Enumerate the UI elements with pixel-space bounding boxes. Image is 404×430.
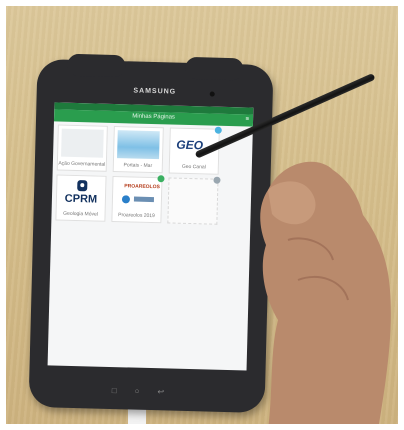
tile-label: Portais - Mar bbox=[123, 162, 153, 170]
tile-label: Ação Governamental bbox=[58, 160, 106, 168]
tile-geologia-movel[interactable]: CPRM Geologia Móvel bbox=[55, 174, 107, 222]
tile-label: Geologia Móvel bbox=[63, 210, 98, 218]
notification-badge bbox=[157, 175, 165, 183]
photo: SAMSUNG Minhas Páginas ≡ Ação Governamen… bbox=[0, 0, 404, 430]
placeholder-image-icon bbox=[61, 128, 104, 158]
device-brand: SAMSUNG bbox=[133, 87, 177, 96]
tablet-corner-bump bbox=[185, 56, 244, 81]
proareolos-logo-text: PROAREOLOS bbox=[124, 183, 160, 191]
front-camera bbox=[209, 91, 215, 97]
app-title: Minhas Páginas bbox=[132, 113, 176, 121]
notification-badge bbox=[213, 176, 221, 184]
tile-acao-governamental[interactable]: Ação Governamental bbox=[56, 124, 108, 172]
notification-badge bbox=[214, 126, 222, 134]
tile-empty[interactable] bbox=[167, 176, 221, 225]
tile-label: Geo Canal bbox=[181, 163, 206, 171]
cprm-logo-icon: CPRM bbox=[60, 179, 103, 208]
proareas-logo-icon: PROAREOLOS bbox=[116, 180, 160, 209]
hand bbox=[260, 161, 391, 430]
tile-proareolos-2019[interactable]: PROAREOLOS Proareolos 2019 bbox=[111, 175, 165, 224]
cprm-logo-text: CPRM bbox=[64, 192, 98, 206]
tile-portais-mar[interactable]: Portais - Mar bbox=[112, 125, 164, 174]
tile-label: Proareolos 2019 bbox=[118, 212, 155, 220]
menu-icon[interactable]: ≡ bbox=[245, 116, 249, 122]
water-image-icon bbox=[117, 130, 160, 160]
tablet-corner-bump bbox=[67, 53, 126, 78]
